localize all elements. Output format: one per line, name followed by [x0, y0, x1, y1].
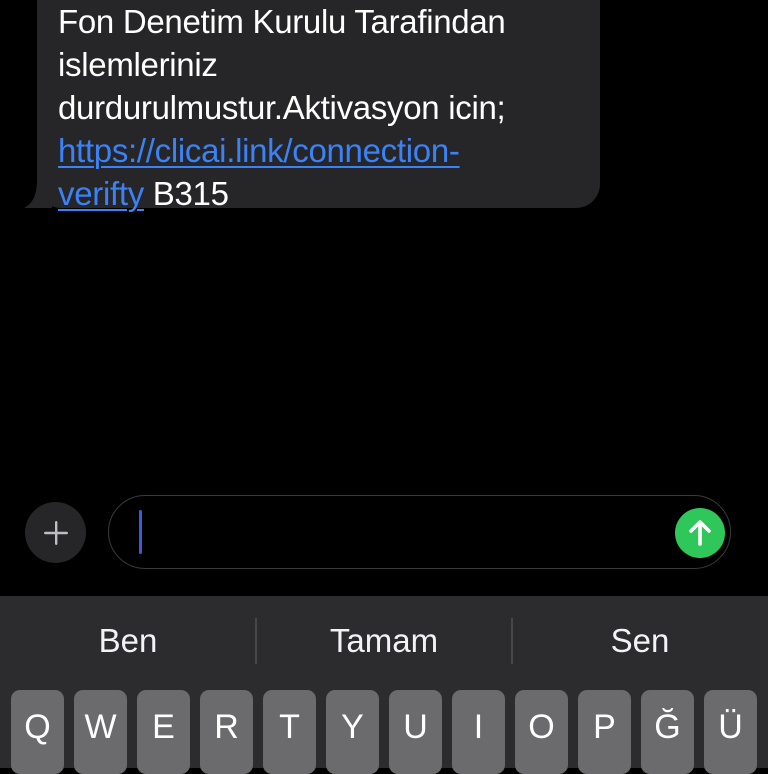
keyboard: Ben Tamam Sen Q W E R T Y U I O P Ğ Ü: [0, 596, 768, 774]
key-i[interactable]: I: [452, 690, 505, 774]
bubble-tail: [22, 180, 52, 210]
add-attachment-button[interactable]: [25, 502, 86, 563]
key-e[interactable]: E: [137, 690, 190, 774]
arrow-up-icon: [689, 520, 711, 546]
text-cursor: [139, 510, 142, 554]
message-code: B315: [143, 175, 229, 212]
message-line: Fon Denetim Kurulu Tarafindan: [58, 3, 506, 40]
message-link-line: verifty B315: [58, 172, 600, 215]
message-link-continued[interactable]: verifty: [58, 175, 144, 212]
suggestion-tamam[interactable]: Tamam: [256, 596, 512, 686]
key-t[interactable]: T: [263, 690, 316, 774]
predictive-bar: Ben Tamam Sen: [0, 596, 768, 686]
key-q[interactable]: Q: [11, 690, 64, 774]
key-y[interactable]: Y: [326, 690, 379, 774]
key-w[interactable]: W: [74, 690, 127, 774]
key-u-umlaut[interactable]: Ü: [704, 690, 757, 774]
suggestion-ben[interactable]: Ben: [0, 596, 256, 686]
suggestion-sen[interactable]: Sen: [512, 596, 768, 686]
message-link-line: https://clicai.link/connection-: [58, 129, 600, 172]
key-row-top: Q W E R T Y U I O P Ğ Ü: [0, 690, 768, 774]
send-button[interactable]: [675, 508, 725, 558]
message-line: islemleriniz: [58, 46, 218, 83]
message-line: durdurulmustur.Aktivasyon icin;: [58, 89, 506, 126]
key-p[interactable]: P: [578, 690, 631, 774]
message-input[interactable]: [108, 495, 731, 569]
message-bubble[interactable]: Fon Denetim Kurulu Tarafindan islemlerin…: [37, 0, 600, 212]
key-g-breve[interactable]: Ğ: [641, 690, 694, 774]
key-u[interactable]: U: [389, 690, 442, 774]
key-o[interactable]: O: [515, 690, 568, 774]
plus-icon: [43, 520, 68, 545]
key-r[interactable]: R: [200, 690, 253, 774]
message-link[interactable]: https://clicai.link/connection-: [58, 132, 460, 169]
